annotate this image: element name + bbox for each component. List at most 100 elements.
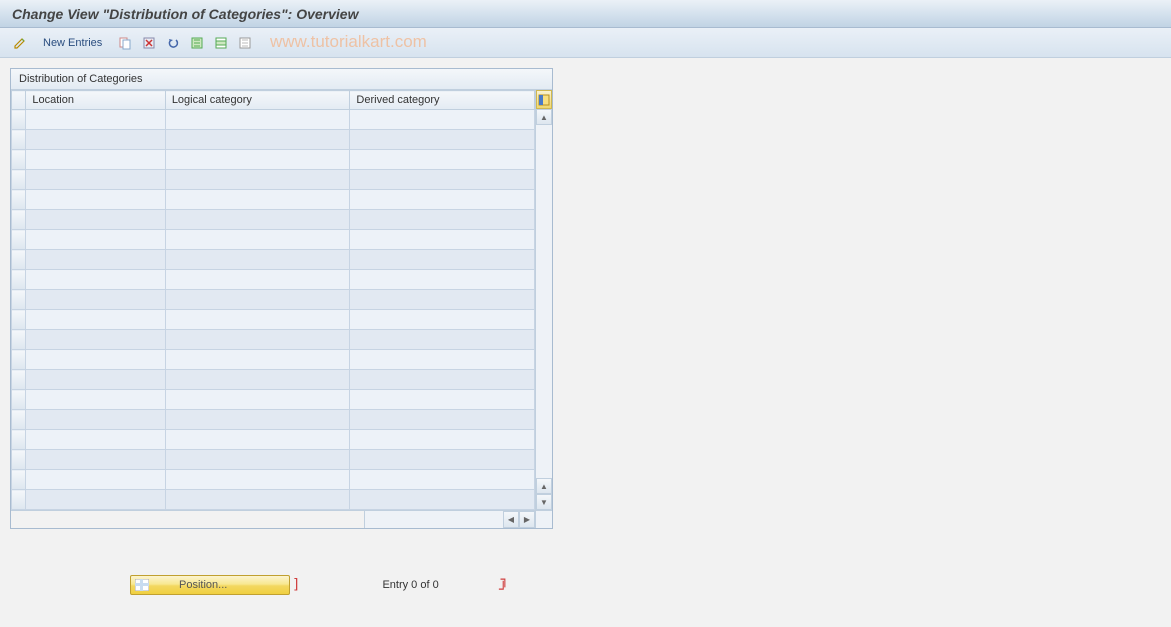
cell[interactable] xyxy=(165,490,350,510)
scroll-up-button[interactable]: ▲ xyxy=(536,109,552,125)
new-entries-button[interactable]: New Entries xyxy=(34,33,111,53)
row-selector[interactable] xyxy=(12,170,26,190)
cell[interactable] xyxy=(350,490,535,510)
cell[interactable] xyxy=(26,390,165,410)
cell[interactable] xyxy=(26,150,165,170)
select-all-button[interactable] xyxy=(187,33,207,53)
scroll-right-button[interactable]: ▶ xyxy=(519,511,535,528)
row-selector[interactable] xyxy=(12,210,26,230)
cell[interactable] xyxy=(26,410,165,430)
scroll-left-button[interactable]: ◀ xyxy=(503,511,519,528)
cell[interactable] xyxy=(350,210,535,230)
cell[interactable] xyxy=(350,330,535,350)
row-selector-header[interactable] xyxy=(12,91,26,110)
cell[interactable] xyxy=(350,430,535,450)
cell[interactable] xyxy=(165,230,350,250)
cell[interactable] xyxy=(350,390,535,410)
cell[interactable] xyxy=(165,210,350,230)
cell[interactable] xyxy=(165,430,350,450)
cell[interactable] xyxy=(26,470,165,490)
cell[interactable] xyxy=(26,330,165,350)
cell[interactable] xyxy=(26,110,165,130)
row-selector[interactable] xyxy=(12,250,26,270)
cell[interactable] xyxy=(26,170,165,190)
row-selector[interactable] xyxy=(12,270,26,290)
select-block-button[interactable] xyxy=(211,33,231,53)
cell[interactable] xyxy=(165,470,350,490)
row-selector[interactable] xyxy=(12,230,26,250)
column-location[interactable]: Location xyxy=(26,91,165,110)
cell[interactable] xyxy=(165,330,350,350)
cell[interactable] xyxy=(350,410,535,430)
cell[interactable] xyxy=(26,210,165,230)
cell[interactable] xyxy=(26,430,165,450)
cell[interactable] xyxy=(350,250,535,270)
cell[interactable] xyxy=(350,130,535,150)
toggle-change-display-button[interactable] xyxy=(10,33,30,53)
cell[interactable] xyxy=(165,410,350,430)
cell[interactable] xyxy=(350,290,535,310)
cell[interactable] xyxy=(350,230,535,250)
cell[interactable] xyxy=(165,110,350,130)
row-selector[interactable] xyxy=(12,330,26,350)
row-selector[interactable] xyxy=(12,450,26,470)
cell[interactable] xyxy=(26,450,165,470)
scroll-down-button-2[interactable]: ▼ xyxy=(536,494,552,510)
cell[interactable] xyxy=(26,190,165,210)
cell[interactable] xyxy=(165,150,350,170)
row-selector[interactable] xyxy=(12,130,26,150)
cell[interactable] xyxy=(165,290,350,310)
row-selector[interactable] xyxy=(12,410,26,430)
undo-change-button[interactable] xyxy=(163,33,183,53)
row-selector[interactable] xyxy=(12,470,26,490)
row-selector[interactable] xyxy=(12,310,26,330)
cell[interactable] xyxy=(165,250,350,270)
cell[interactable] xyxy=(350,350,535,370)
copy-as-button[interactable] xyxy=(115,33,135,53)
cell[interactable] xyxy=(26,350,165,370)
position-button[interactable]: Position... xyxy=(130,575,290,595)
row-selector[interactable] xyxy=(12,190,26,210)
cell[interactable] xyxy=(26,290,165,310)
cell[interactable] xyxy=(165,390,350,410)
table-settings-button[interactable] xyxy=(536,90,552,109)
delete-button[interactable] xyxy=(139,33,159,53)
deselect-all-button[interactable] xyxy=(235,33,255,53)
cell[interactable] xyxy=(26,310,165,330)
cell[interactable] xyxy=(350,370,535,390)
row-selector[interactable] xyxy=(12,350,26,370)
cell[interactable] xyxy=(26,130,165,150)
cell[interactable] xyxy=(350,270,535,290)
row-selector[interactable] xyxy=(12,150,26,170)
cell[interactable] xyxy=(350,190,535,210)
cell[interactable] xyxy=(350,170,535,190)
cell[interactable] xyxy=(26,250,165,270)
cell[interactable] xyxy=(350,310,535,330)
cell[interactable] xyxy=(350,470,535,490)
cell[interactable] xyxy=(165,310,350,330)
cell[interactable] xyxy=(165,270,350,290)
row-selector[interactable] xyxy=(12,110,26,130)
cell[interactable] xyxy=(350,450,535,470)
row-selector[interactable] xyxy=(12,490,26,510)
row-selector[interactable] xyxy=(12,290,26,310)
cell[interactable] xyxy=(165,350,350,370)
scroll-track-v[interactable] xyxy=(536,125,552,478)
scroll-down-button[interactable]: ▲ xyxy=(536,478,552,494)
cell[interactable] xyxy=(350,150,535,170)
row-selector[interactable] xyxy=(12,390,26,410)
column-derived-category[interactable]: Derived category xyxy=(350,91,535,110)
cell[interactable] xyxy=(350,110,535,130)
cell[interactable] xyxy=(26,270,165,290)
cell[interactable] xyxy=(26,490,165,510)
row-selector[interactable] xyxy=(12,430,26,450)
column-logical-category[interactable]: Logical category xyxy=(165,91,350,110)
cell[interactable] xyxy=(165,170,350,190)
cell[interactable] xyxy=(165,370,350,390)
cell[interactable] xyxy=(165,190,350,210)
cell[interactable] xyxy=(26,230,165,250)
cell[interactable] xyxy=(165,130,350,150)
cell[interactable] xyxy=(165,450,350,470)
cell[interactable] xyxy=(26,370,165,390)
scroll-track-h[interactable] xyxy=(365,511,503,528)
